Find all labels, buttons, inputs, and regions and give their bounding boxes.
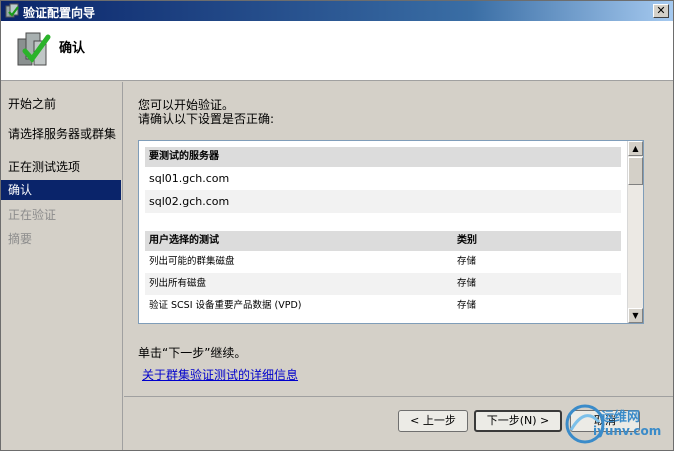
test-category: 存储 [457, 300, 477, 311]
test-category: 存储 [457, 278, 477, 289]
list-item: sql02.gch.com [145, 190, 621, 213]
next-button[interactable]: 下一步(N) > [474, 410, 562, 432]
category-header-label: 类别 [457, 235, 477, 246]
server-check-icon [5, 3, 19, 18]
test-name: 列出可能的群集磁盘 [149, 256, 235, 267]
window-title: 验证配置向导 [23, 6, 96, 20]
tests-section-header: 用户选择的测试 类别 [145, 231, 621, 251]
nav-step-summary: 摘要 [8, 232, 33, 246]
nav-step-before-you-begin[interactable]: 开始之前 [1, 94, 121, 114]
page-title: 确认 [59, 41, 86, 56]
tests-header-label: 用户选择的测试 [149, 235, 219, 246]
arrow-down-icon: ▼ [632, 311, 639, 320]
title-bar: 验证配置向导 ✕ [1, 1, 673, 21]
vertical-scrollbar[interactable]: ▲ ▼ [627, 141, 643, 323]
table-row: 列出所有磁盘 存储 [145, 273, 621, 295]
wizard-steps-nav: 开始之前 请选择服务器或群集 正在测试选项 确认 正在验证 摘要 [1, 82, 123, 450]
nav-step-validating: 正在验证 [8, 208, 57, 222]
server-check-icon [17, 32, 51, 66]
arrow-up-icon: ▲ [632, 144, 639, 153]
close-button[interactable]: ✕ [653, 4, 669, 18]
wizard-footer: < 上一步 下一步(N) > 取消 运维网 iyunv.com [124, 396, 673, 450]
settings-list[interactable]: 要测试的服务器 sql01.gch.com sql02.gch.com 用户选择… [138, 140, 644, 324]
close-icon: ✕ [656, 4, 666, 17]
watermark-url: iyunv.com [593, 424, 662, 438]
watermark: 运维网 iyunv.com [563, 400, 667, 446]
watermark-text: 运维网 [601, 410, 641, 425]
cluster-validation-info-link[interactable]: 关于群集验证测试的详细信息 [142, 366, 298, 383]
servers-section-header: 要测试的服务器 [145, 147, 621, 167]
wizard-window: 验证配置向导 ✕ 确认 开始之前 请选择服务器或群集 正在测试选项 确认 正在验… [0, 0, 674, 451]
settings-list-content: 要测试的服务器 sql01.gch.com sql02.gch.com 用户选择… [145, 147, 621, 317]
continue-instruction: 单击“下一步”继续。 [138, 346, 247, 360]
scroll-up-button[interactable]: ▲ [628, 141, 643, 156]
list-item: sql01.gch.com [149, 172, 230, 185]
scrollbar-thumb[interactable] [628, 157, 643, 185]
table-row: 列出可能的群集磁盘 存储 [145, 251, 621, 273]
nav-step-testing-options[interactable]: 正在测试选项 [1, 157, 121, 177]
table-row: 验证 SCSI 设备重要产品数据 (VPD) 存储 [145, 295, 621, 317]
scroll-down-button[interactable]: ▼ [628, 308, 643, 323]
test-name: 列出所有磁盘 [149, 278, 207, 289]
back-button[interactable]: < 上一步 [398, 410, 468, 432]
test-category: 存储 [457, 256, 477, 267]
wizard-header: 确认 [1, 21, 673, 81]
nav-step-select-servers[interactable]: 请选择服务器或群集 [1, 124, 121, 144]
confirm-prompt: 请确认以下设置是否正确: [138, 112, 275, 126]
nav-step-confirmation[interactable]: 确认 [1, 180, 121, 200]
main-content: 您可以开始验证。 请确认以下设置是否正确: 要测试的服务器 sql01.gch.… [124, 82, 673, 396]
servers-header-label: 要测试的服务器 [149, 151, 219, 162]
test-name: 验证 SCSI 设备重要产品数据 (VPD) [149, 300, 302, 311]
